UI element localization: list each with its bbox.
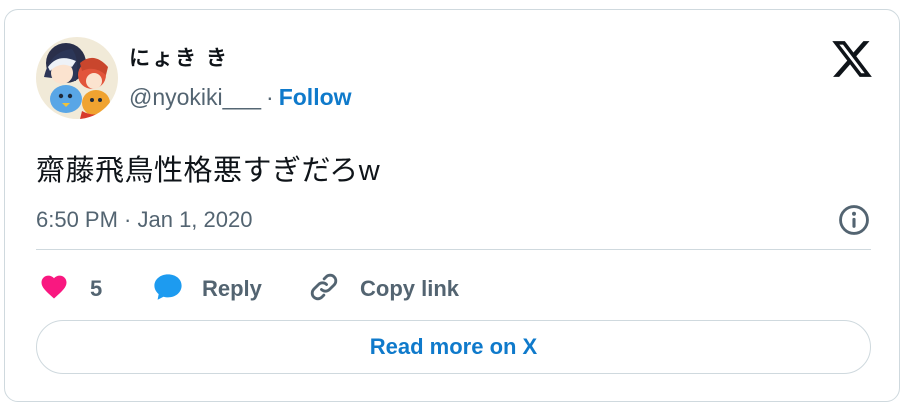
like-count: 5 [90, 276, 103, 301]
reply-button[interactable]: Reply [151, 269, 262, 309]
author-handle[interactable]: @nyokiki___ [129, 84, 261, 110]
heart-icon [38, 272, 70, 307]
like-button[interactable]: 5 [38, 269, 102, 309]
info-icon[interactable] [837, 203, 871, 237]
author-handle-row: @nyokiki___ · Follow [129, 84, 352, 111]
reply-label: Reply [202, 276, 262, 301]
embedded-tweet-card: にょき き @nyokiki___ · Follow 齋藤飛鳥性格悪すぎだろw 6:… [4, 9, 900, 402]
speech-bubble-icon [151, 271, 185, 308]
tweet-timestamp[interactable]: 6:50 PM · Jan 1, 2020 [36, 207, 252, 233]
link-icon [306, 270, 342, 309]
copy-link-label: Copy link [360, 276, 460, 301]
author-display-name[interactable]: にょき き [129, 42, 229, 72]
separator-dot: · [266, 84, 274, 110]
x-logo-icon[interactable] [830, 37, 874, 81]
avatar[interactable] [36, 37, 118, 119]
read-more-button[interactable]: Read more on X [36, 320, 871, 374]
copy-link-button[interactable]: Copy link [306, 269, 459, 309]
follow-button[interactable]: Follow [279, 84, 352, 110]
divider [36, 249, 871, 250]
tweet-text: 齋藤飛鳥性格悪すぎだろw [36, 155, 381, 187]
